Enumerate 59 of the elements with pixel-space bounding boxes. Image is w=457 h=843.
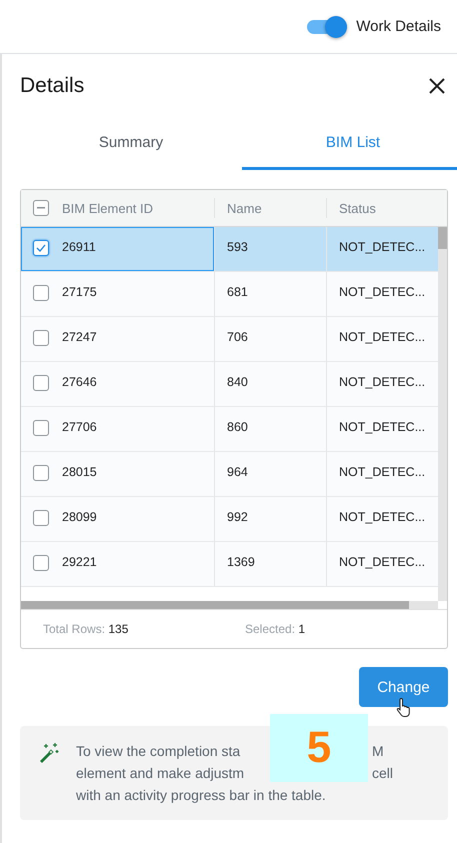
- table-cell: NOT_DETEC...: [339, 510, 426, 524]
- checkbox[interactable]: [33, 375, 49, 391]
- table-cell: 26911: [62, 240, 96, 254]
- table-cell: NOT_DETEC...: [339, 240, 426, 254]
- table-row[interactable]: 27247 706 NOT_DETEC...: [21, 317, 438, 362]
- tab[interactable]: BIM List: [242, 118, 457, 170]
- table-cell: 28015: [62, 465, 97, 479]
- table-cell: 840: [227, 375, 248, 389]
- table-cell: 593: [227, 240, 248, 254]
- check-icon: [36, 244, 46, 252]
- step-number-badge: 5: [270, 714, 368, 782]
- table-cell: NOT_DETEC...: [339, 375, 426, 389]
- checkbox[interactable]: [33, 420, 49, 436]
- table-cell: 681: [227, 285, 248, 299]
- tip-text: cell: [372, 764, 394, 783]
- table-cell: NOT_DETEC...: [339, 465, 426, 479]
- table-row[interactable]: 27706 860 NOT_DETEC...: [21, 407, 438, 452]
- panel-title: Details: [20, 74, 84, 98]
- table-cell: NOT_DETEC...: [339, 285, 426, 299]
- table-cell: 28099: [62, 510, 97, 524]
- tip-text: with an activity progress bar in the table.: [76, 786, 326, 805]
- toggle-label: Work Details: [356, 18, 441, 35]
- table-cell: 27706: [62, 420, 97, 434]
- checkbox[interactable]: [33, 465, 49, 481]
- checkbox[interactable]: [33, 510, 49, 526]
- table-cell: 860: [227, 420, 248, 434]
- table-cell: NOT_DETEC...: [339, 330, 426, 344]
- table-row[interactable]: 29221 1369 NOT_DETEC...: [21, 542, 438, 587]
- checkbox[interactable]: [33, 285, 49, 301]
- table-cell: NOT_DETEC...: [339, 555, 426, 569]
- table-cell: 706: [227, 330, 248, 344]
- checkbox[interactable]: [33, 240, 49, 256]
- table-row[interactable]: 27646 840 NOT_DETEC...: [21, 362, 438, 407]
- table-cell: 29221: [62, 555, 97, 569]
- table-cell: 964: [227, 465, 248, 479]
- magic-wand-icon: [38, 742, 60, 764]
- tip-text: M: [372, 742, 384, 761]
- scrollbar[interactable]: [21, 601, 438, 609]
- table-row[interactable]: 26911 593 NOT_DETEC...: [21, 227, 438, 272]
- scrollbar[interactable]: [438, 227, 447, 601]
- tip-text: To view the completion sta: [76, 742, 240, 761]
- tip-text: element and make adjustm: [76, 764, 244, 783]
- table-cell: 27175: [62, 285, 97, 299]
- checkbox[interactable]: [33, 330, 49, 346]
- selected-count-text: Selected: 1: [245, 622, 306, 636]
- table-row[interactable]: 27175 681 NOT_DETEC...: [21, 272, 438, 317]
- table-cell: 992: [227, 510, 248, 524]
- checkbox[interactable]: [33, 200, 49, 216]
- table-row[interactable]: 28015 964 NOT_DETEC...: [21, 452, 438, 497]
- checkbox[interactable]: [33, 555, 49, 571]
- table-cell: 27247: [62, 330, 97, 344]
- minus-icon: [37, 207, 45, 209]
- pointer-icon: [396, 697, 412, 717]
- tab[interactable]: Summary: [20, 118, 242, 170]
- total-rows-text: Total Rows: 135: [43, 622, 130, 636]
- table-cell: 1369: [227, 555, 255, 569]
- table-cell: 27646: [62, 375, 97, 389]
- table-row[interactable]: 28099 992 NOT_DETEC...: [21, 497, 438, 542]
- table-cell: NOT_DETEC...: [339, 420, 426, 434]
